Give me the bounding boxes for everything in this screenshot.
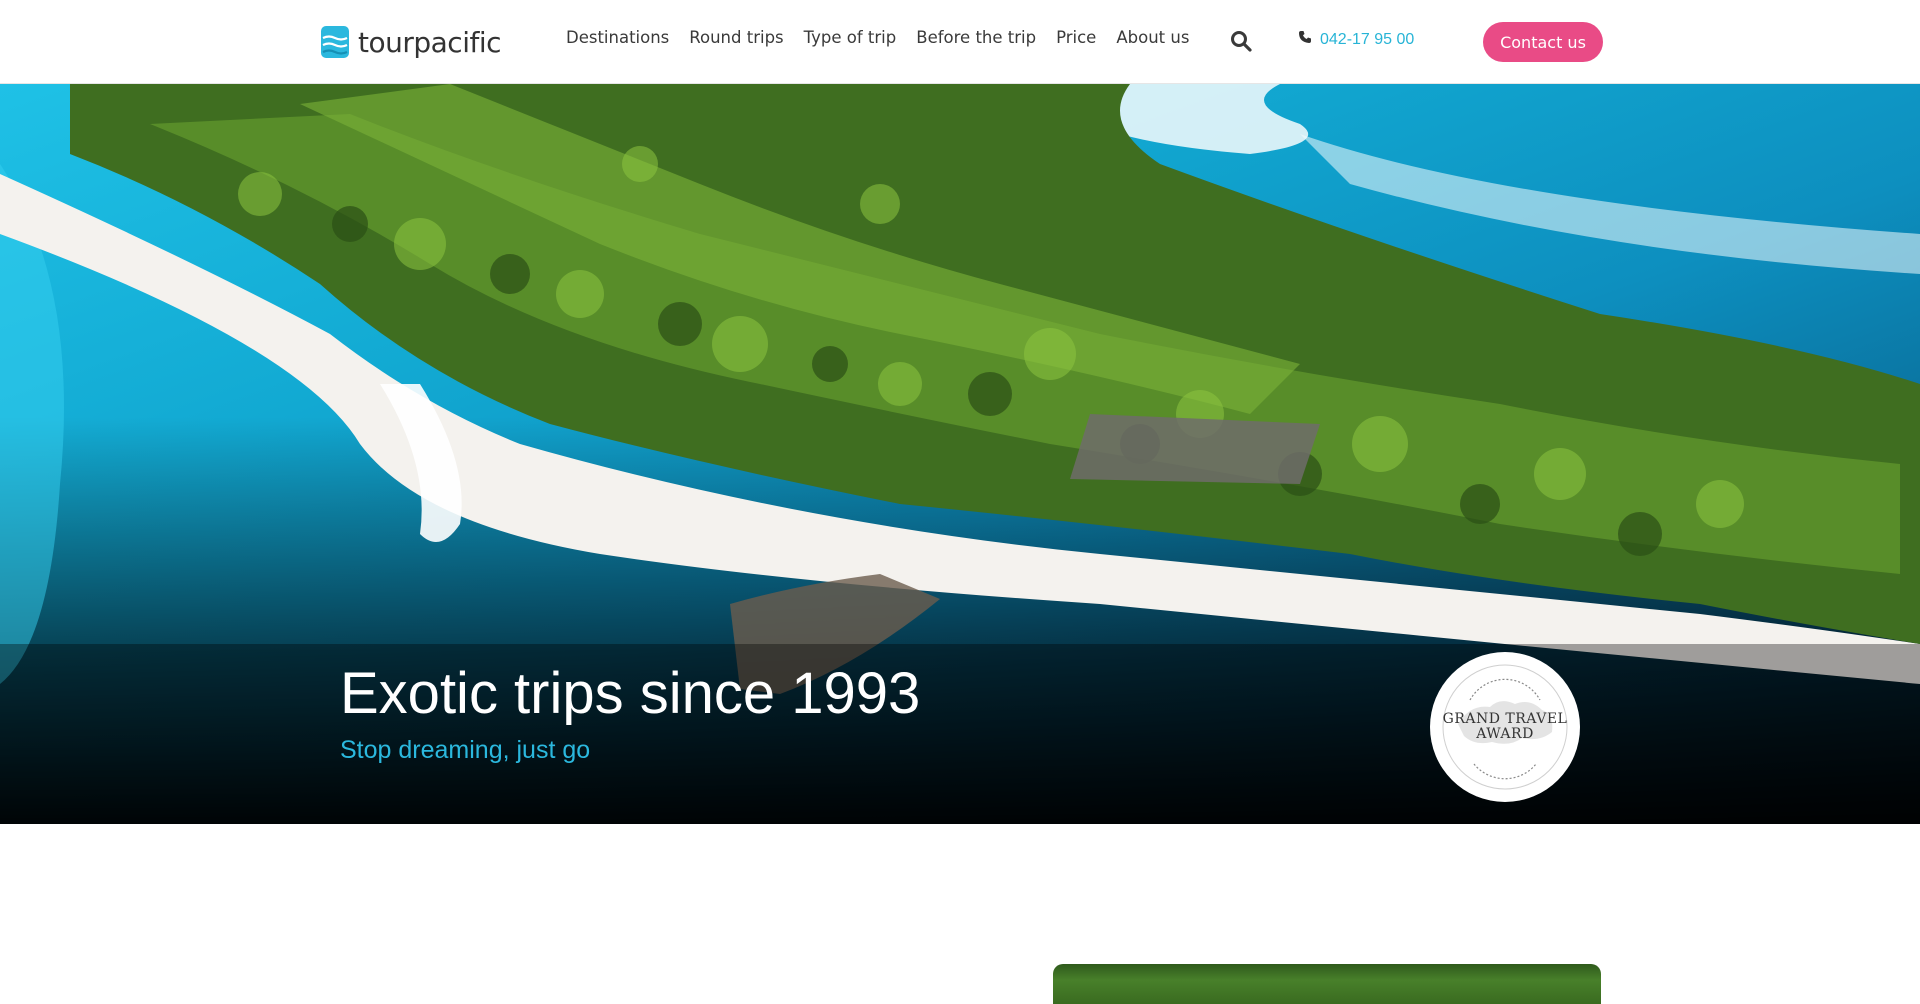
hero-image <box>0 84 1920 824</box>
award-title-line1: GRAND TRAVEL <box>1442 711 1568 727</box>
nav-item-type-of-trip[interactable]: Type of trip <box>804 28 897 47</box>
nav-item-round-trips[interactable]: Round trips <box>689 28 783 47</box>
search-icon[interactable] <box>1230 30 1252 52</box>
award-title-line2: AWARD <box>1476 726 1534 742</box>
award-badge: GRAND TRAVEL AWARD <box>1430 652 1580 802</box>
nav-item-price[interactable]: Price <box>1056 28 1096 47</box>
contact-us-button[interactable]: Contact us <box>1483 22 1603 62</box>
nav-item-destinations[interactable]: Destinations <box>566 28 669 47</box>
logo[interactable]: tourpacific <box>320 24 502 60</box>
hero-subtitle: Stop dreaming, just go <box>340 736 591 764</box>
hero-banner: Exotic trips since 1993 Stop dreaming, j… <box>0 84 1920 824</box>
phone-link[interactable]: 042-17 95 00 <box>1298 30 1414 49</box>
main-nav: Destinations Round trips Type of trip Be… <box>566 28 1209 47</box>
nav-item-about-us[interactable]: About us <box>1116 28 1189 47</box>
hero-title: Exotic trips since 1993 <box>340 661 921 726</box>
logo-mark-icon <box>320 25 350 59</box>
nav-item-before-the-trip[interactable]: Before the trip <box>916 28 1036 47</box>
site-header: tourpacific Destinations Round trips Typ… <box>0 0 1920 84</box>
phone-number: 042-17 95 00 <box>1320 30 1415 48</box>
content-image-card <box>1053 964 1601 1004</box>
phone-icon <box>1298 30 1312 49</box>
logo-text: tourpacific <box>358 25 502 59</box>
